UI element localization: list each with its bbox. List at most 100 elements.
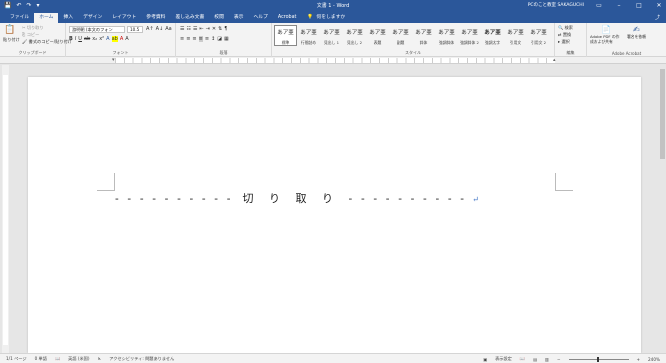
format-painter-button[interactable]: 🖌 書式のコピー/貼り付け — [22, 39, 72, 45]
bold-icon[interactable]: B — [69, 36, 73, 42]
zoom-slider[interactable] — [568, 356, 629, 362]
bullets-icon[interactable]: ☰ — [180, 26, 184, 32]
increase-indent-icon[interactable]: ⇥ — [206, 26, 210, 32]
vertical-ruler[interactable] — [2, 65, 9, 353]
style-normal[interactable]: あア亜 標準 — [274, 25, 297, 46]
zoom-slider-knob[interactable] — [596, 356, 599, 362]
style-intense-emphasis-2[interactable]: あア亜 強調斜体 2 — [458, 25, 481, 46]
language-status[interactable]: 英語 (米国) — [68, 356, 89, 362]
change-case-icon[interactable]: Aa — [165, 26, 171, 32]
line-spacing-icon[interactable]: ↕ — [211, 36, 215, 42]
tab-view[interactable]: 表示 — [229, 13, 249, 23]
shrink-font-icon[interactable]: A↓ — [156, 26, 164, 32]
highlight-icon[interactable]: ab — [111, 36, 118, 42]
document-page[interactable]: - - - - - - - - - - 切 り 取 り - - - - - - … — [28, 77, 641, 353]
accessibility-icon[interactable]: ♿ — [98, 356, 102, 362]
shading-icon[interactable]: ◪ — [217, 36, 222, 42]
vertical-scrollbar[interactable] — [659, 65, 666, 353]
tab-home[interactable]: ホーム — [34, 13, 59, 23]
find-button[interactable]: 🔍 検索 — [558, 25, 573, 31]
replace-button[interactable]: ⇄ 置換 — [558, 32, 571, 38]
zoom-level[interactable]: 240% — [648, 357, 660, 362]
style-intense-emphasis[interactable]: あア亜 強調斜体 — [435, 25, 458, 46]
create-pdf-icon[interactable]: 📄 — [601, 25, 611, 34]
clipboard-label: クリップボード — [18, 50, 47, 55]
zoom-in-icon[interactable]: + — [637, 357, 641, 362]
user-name[interactable]: PCのこと教室 SAKAGUCHI — [528, 2, 584, 10]
document-text-line[interactable]: - - - - - - - - - - 切 り 取 り - - - - - - … — [115, 190, 585, 206]
zoom-out-icon[interactable]: − — [557, 357, 561, 362]
horizontal-ruler[interactable]: ▾ ▴ — [0, 57, 666, 64]
proofing-icon[interactable]: 📖 — [55, 356, 60, 362]
align-center-icon[interactable]: ≡ — [186, 36, 190, 42]
font-size-select[interactable]: 10.5 — [127, 26, 143, 33]
character-shading-icon[interactable]: A — [125, 36, 128, 42]
multilevel-list-icon[interactable]: ☰ — [193, 26, 197, 32]
display-settings-icon[interactable]: ▣ — [483, 357, 487, 362]
maximize-icon[interactable]: □ — [634, 1, 644, 10]
tab-references[interactable]: 参考資料 — [141, 13, 170, 23]
align-right-icon[interactable]: ≡ — [192, 36, 196, 42]
select-button[interactable]: ▸ 選択 — [558, 39, 570, 45]
style-strong[interactable]: あア亜 強調太字 — [481, 25, 504, 46]
tab-insert[interactable]: 挿入 — [58, 13, 78, 23]
word-count[interactable]: 0 単語 — [35, 356, 47, 362]
decrease-indent-icon[interactable]: ⇤ — [199, 26, 203, 32]
text-effects-icon[interactable]: A — [106, 36, 109, 42]
tab-layout[interactable]: レイアウト — [107, 13, 141, 23]
font-color-icon[interactable]: A — [120, 36, 123, 42]
superscript-icon[interactable]: x² — [99, 36, 104, 42]
tab-help[interactable]: ヘルプ — [248, 13, 272, 23]
underline-icon[interactable]: U — [78, 36, 82, 42]
style-emphasis[interactable]: あア亜 斜体 — [412, 25, 435, 46]
grow-font-icon[interactable]: A↑ — [146, 26, 154, 32]
close-icon[interactable]: ✕ — [654, 1, 664, 10]
tell-me-box[interactable]: 💡 何をしますか — [301, 13, 345, 23]
acrobat-label: Adobe Acrobat — [611, 51, 642, 56]
font-name-select[interactable]: 游明朝 (本文のフォン — [69, 26, 125, 33]
tab-design[interactable]: デザイン — [78, 13, 107, 23]
paste-icon[interactable]: 📋 — [4, 25, 15, 35]
style-title[interactable]: あア亜 表題 — [366, 25, 389, 46]
right-indent-marker-icon[interactable]: ▴ — [553, 57, 556, 63]
tab-mailings[interactable]: 差し込み文書 — [170, 13, 209, 23]
subscript-icon[interactable]: x₂ — [92, 36, 97, 42]
style-heading-2[interactable]: あア亜 見出し 2 — [343, 25, 366, 46]
accessibility-status[interactable]: アクセシビリティ: 問題ありません — [109, 356, 174, 362]
style-quote-2[interactable]: あア亜 引用文 2 — [527, 25, 550, 46]
cut-button[interactable]: ✂ 切り取り — [22, 25, 44, 31]
page-count[interactable]: 1/1 ページ — [6, 356, 27, 362]
chinese-layout-icon[interactable]: ✕ — [212, 26, 216, 32]
minimize-icon[interactable]: – — [614, 1, 624, 10]
paste-button[interactable]: 貼り付け — [3, 37, 20, 43]
strikethrough-icon[interactable]: ab — [84, 36, 90, 42]
share-icon[interactable]: ⤴ — [655, 13, 660, 23]
borders-icon[interactable]: ▦ — [224, 36, 229, 42]
tab-acrobat[interactable]: Acrobat — [273, 13, 302, 23]
read-mode-icon[interactable]: 📖 — [520, 356, 525, 362]
numbering-icon[interactable]: ☷ — [186, 26, 190, 32]
style-heading-1[interactable]: あア亜 見出し 1 — [320, 25, 343, 46]
italic-icon[interactable]: I — [75, 36, 76, 42]
align-left-icon[interactable]: ≡ — [180, 36, 184, 42]
tab-file[interactable]: ファイル — [5, 13, 34, 23]
copy-button[interactable]: ⎘ コピー — [22, 32, 39, 38]
style-subtitle[interactable]: あア亜 副題 — [389, 25, 412, 46]
style-quote[interactable]: あア亜 引用文 — [504, 25, 527, 46]
create-pdf-button[interactable]: Adobe PDF の作成および共有 — [590, 34, 622, 44]
web-layout-icon[interactable]: ▥ — [545, 357, 549, 362]
sort-icon[interactable]: ⇅ — [218, 26, 222, 32]
style-no-spacing[interactable]: あア亜 行間詰め — [297, 25, 320, 46]
print-layout-icon[interactable]: ▤ — [533, 357, 537, 362]
justify-icon[interactable]: ≡ — [198, 36, 203, 42]
vruler-strip — [3, 75, 8, 345]
sign-icon[interactable]: ✍ — [633, 25, 640, 34]
indent-marker-icon[interactable]: ▾ — [112, 57, 115, 63]
display-settings[interactable]: 表示設定 — [495, 356, 512, 362]
show-marks-icon[interactable]: ¶ — [224, 26, 227, 32]
request-signatures-button[interactable]: 署名を依頼 — [627, 34, 649, 40]
scrollbar-thumb[interactable] — [660, 69, 665, 159]
ribbon-display-icon[interactable]: ▭ — [594, 1, 604, 10]
tab-review[interactable]: 校閲 — [209, 13, 229, 23]
distributed-icon[interactable]: ≡ — [205, 36, 209, 42]
